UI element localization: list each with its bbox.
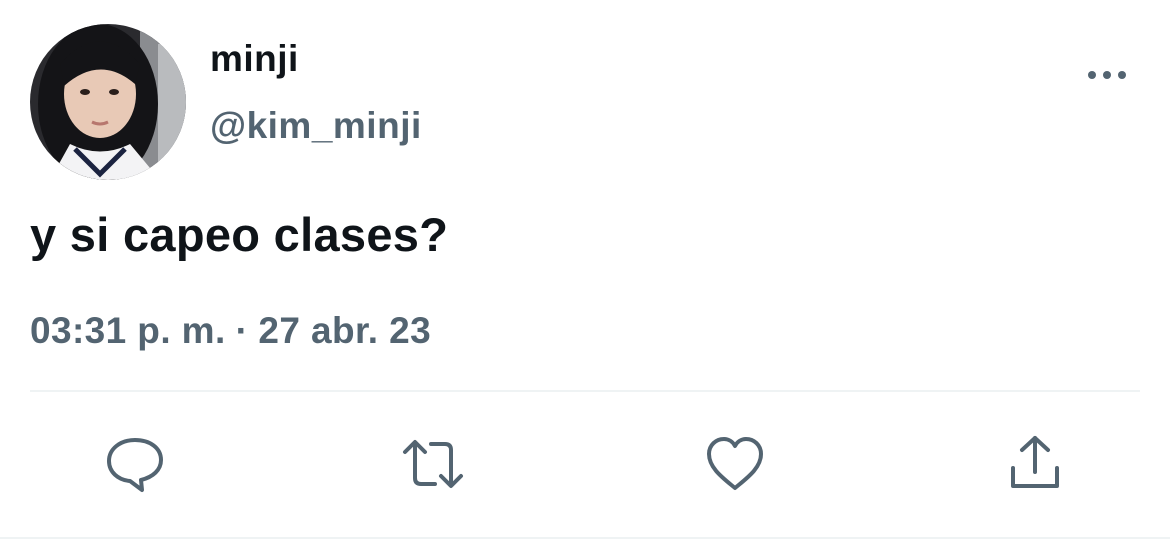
reply-button[interactable] — [103, 432, 167, 496]
retweet-button[interactable] — [401, 432, 465, 496]
heart-icon — [707, 437, 763, 490]
bottom-divider — [0, 537, 1170, 539]
profile-photo-icon — [30, 24, 186, 180]
tweet-text: y si capeo clases? — [30, 208, 449, 261]
user-handle[interactable]: @kim_minji — [210, 105, 422, 147]
share-button[interactable] — [1003, 432, 1067, 496]
avatar[interactable] — [30, 24, 186, 180]
more-options-icon[interactable] — [1082, 58, 1132, 92]
tweet-date: 27 abr. 23 — [258, 310, 432, 351]
like-button[interactable] — [703, 432, 767, 496]
share-icon — [1011, 436, 1059, 488]
tweet-time: 03:31 p. m. — [30, 310, 226, 351]
tweet-timestamp[interactable]: 03:31 p. m. · 27 abr. 23 — [30, 310, 431, 352]
display-name[interactable]: minji — [210, 38, 299, 80]
meta-separator: · — [235, 310, 249, 351]
divider — [30, 390, 1140, 392]
retweet-icon — [403, 440, 463, 488]
tweet-card: minji @kim_minji y si capeo clases? 03:3… — [0, 0, 1170, 555]
reply-icon — [107, 438, 163, 492]
